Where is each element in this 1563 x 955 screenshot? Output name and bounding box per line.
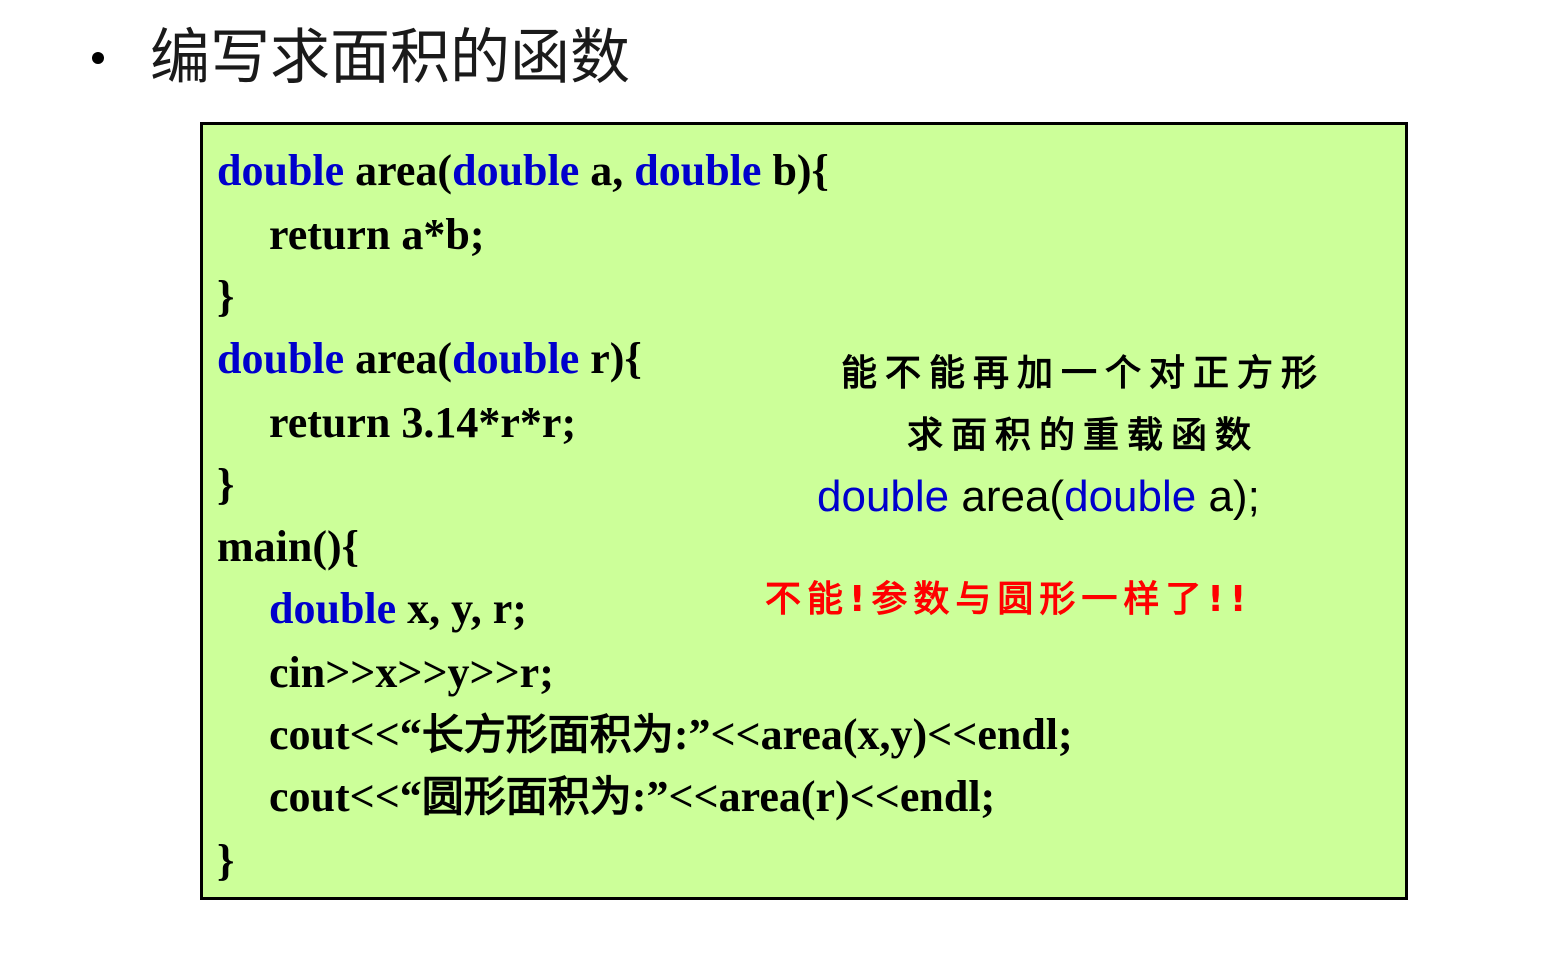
code-line-9: cin>>x>>y>>r; bbox=[269, 648, 554, 697]
keyword-double: double bbox=[269, 584, 397, 633]
code-text: cout<<“ bbox=[269, 710, 422, 759]
keyword-double: double bbox=[217, 146, 345, 195]
code-line-7: main(){ bbox=[217, 522, 359, 571]
code-string-cjk: 圆形面积为 bbox=[421, 772, 632, 821]
answer-text: 不能!参数与圆形一样了!! bbox=[765, 579, 1253, 620]
question-line-2: 求面积的重载函数 bbox=[906, 415, 1259, 456]
slide-title: 编写求面积的函数 bbox=[150, 23, 630, 93]
code-text: r){ bbox=[579, 334, 642, 383]
code-text: area( bbox=[344, 146, 453, 195]
code-text: cout<<“ bbox=[269, 772, 422, 821]
keyword-double: double bbox=[452, 334, 580, 383]
code-text: b){ bbox=[761, 146, 829, 195]
keyword-double: double bbox=[452, 146, 580, 195]
code-line-5: return 3.14*r*r; bbox=[269, 398, 577, 447]
question-line-1: 能不能再加一个对正方形 bbox=[840, 353, 1325, 394]
code-line-8: double x, y, r; bbox=[269, 581, 527, 637]
code-text: a, bbox=[579, 146, 635, 195]
bullet-dot bbox=[92, 52, 104, 64]
code-line-12: } bbox=[217, 836, 235, 885]
keyword-double: double bbox=[634, 146, 762, 195]
code-text: area( bbox=[949, 472, 1065, 521]
code-text: :”<<area(r)<<endl; bbox=[631, 772, 996, 821]
code-string-cjk: 长方形面积为 bbox=[421, 710, 674, 759]
code-panel: double area(double a, double b){ return … bbox=[200, 122, 1408, 900]
keyword-double: double bbox=[217, 334, 345, 383]
code-line-1: double area(double a, double b){ bbox=[217, 143, 829, 199]
code-text: area( bbox=[344, 334, 453, 383]
code-text: x, y, r; bbox=[396, 584, 527, 633]
code-line-3: } bbox=[217, 272, 235, 321]
keyword-double: double bbox=[1064, 472, 1197, 521]
code-line-6: } bbox=[217, 460, 235, 509]
code-line-4: double area(double r){ bbox=[217, 331, 642, 387]
code-text: a); bbox=[1196, 472, 1260, 521]
keyword-double: double bbox=[817, 472, 950, 521]
code-text: :”<<area(x,y)<<endl; bbox=[673, 710, 1073, 759]
code-line-10: cout<<“长方形面积为:”<<area(x,y)<<endl; bbox=[269, 707, 1073, 763]
code-line-11: cout<<“圆形面积为:”<<area(r)<<endl; bbox=[269, 769, 995, 825]
code-line-2: return a*b; bbox=[269, 210, 485, 259]
question-code: double area(double a); bbox=[817, 469, 1260, 525]
